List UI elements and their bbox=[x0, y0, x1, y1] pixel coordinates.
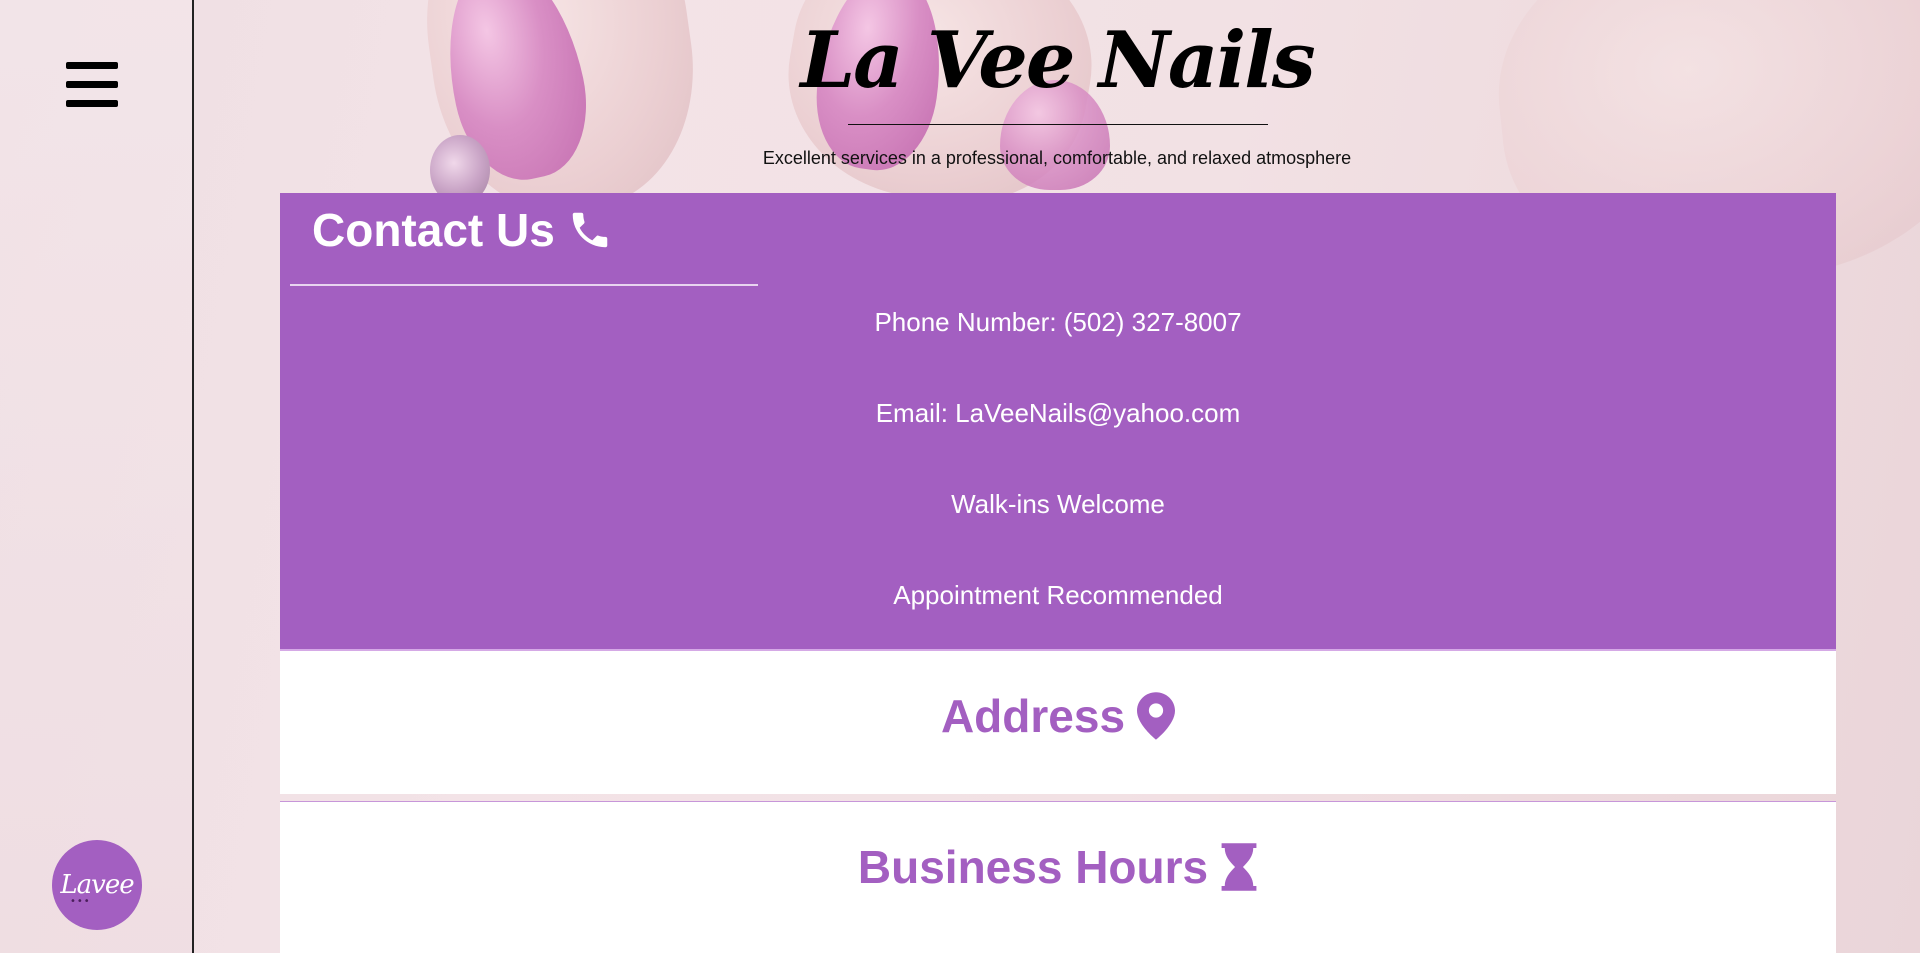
brand-tagline: Excellent services in a professional, co… bbox=[762, 148, 1352, 168]
map-pin-icon bbox=[1137, 692, 1176, 740]
address-heading: Address bbox=[940, 689, 1176, 743]
business-hours-section: Business Hours bbox=[280, 802, 1836, 953]
hourglass-icon bbox=[1220, 843, 1258, 891]
business-hours-heading-text: Business Hours bbox=[857, 841, 1209, 893]
main-content: Contact Us Phone Number: (502) 327-8007 … bbox=[280, 193, 1836, 953]
address-heading-text: Address bbox=[940, 690, 1126, 742]
brand-underline bbox=[848, 124, 1268, 125]
hamburger-menu-icon[interactable] bbox=[66, 62, 118, 108]
contact-email: Email: LaVeeNails@yahoo.com bbox=[875, 398, 1241, 428]
phone-icon bbox=[567, 207, 613, 253]
sidebar: Lavee ••• bbox=[0, 0, 194, 953]
address-section: Address bbox=[280, 651, 1836, 794]
contact-underline bbox=[290, 284, 758, 286]
business-hours-heading: Business Hours bbox=[858, 840, 1258, 894]
contact-heading: Contact Us bbox=[312, 203, 613, 257]
contact-panel: Contact Us Phone Number: (502) 327-8007 … bbox=[280, 193, 1836, 651]
contact-heading-text: Contact Us bbox=[312, 204, 555, 256]
contact-phone: Phone Number: (502) 327-8007 bbox=[874, 307, 1242, 337]
lavee-logo-badge[interactable]: Lavee ••• bbox=[52, 840, 142, 930]
contact-walkins: Walk-ins Welcome bbox=[951, 489, 1165, 519]
site-header: La Vee Nails Excellent services in a pro… bbox=[194, 0, 1920, 192]
contact-appointment: Appointment Recommended bbox=[893, 580, 1223, 610]
brand-title: La Vee Nails bbox=[800, 15, 1315, 106]
logo-dots: ••• bbox=[70, 896, 91, 907]
